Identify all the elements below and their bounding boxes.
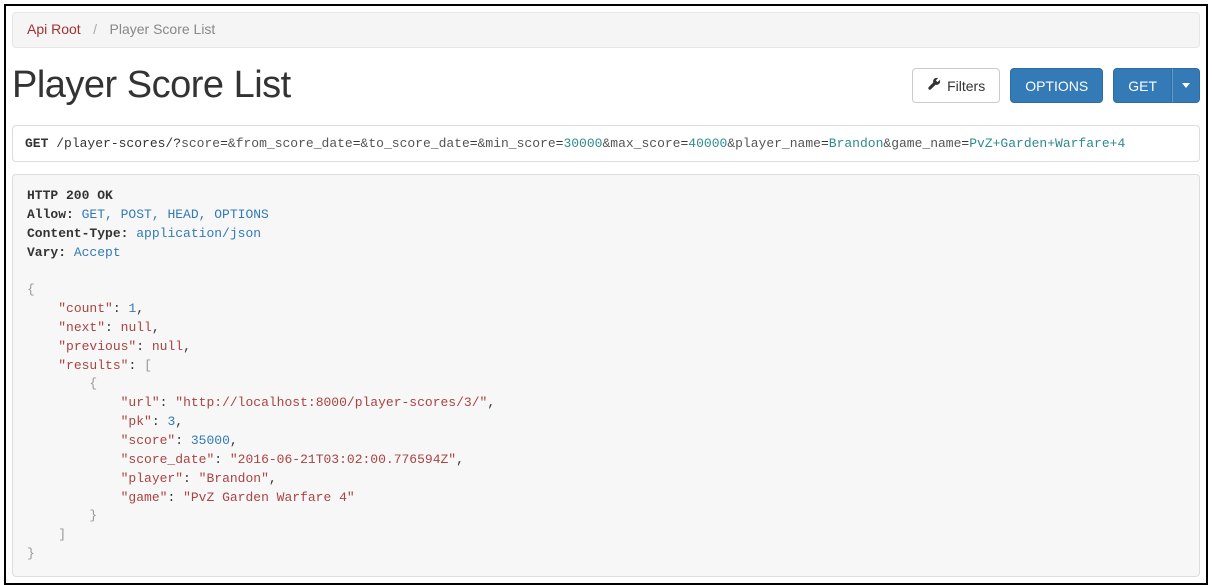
page-title: Player Score List (12, 64, 291, 107)
response-body: HTTP 200 OK Allow: GET, POST, HEAD, OPTI… (12, 174, 1200, 577)
qparam-key: max_score (610, 136, 680, 151)
request-path: /player-scores/ (56, 136, 173, 151)
amp: & (727, 136, 735, 151)
json-string: "PvZ Garden Warfare 4" (183, 490, 355, 505)
breadcrumb-current: Player Score List (110, 21, 216, 37)
json-key: "player" (121, 471, 183, 486)
get-dropdown-toggle[interactable] (1172, 68, 1200, 103)
allow-header-name: Allow: (27, 207, 74, 222)
get-button-label: GET (1128, 78, 1157, 94)
options-button-label: OPTIONS (1025, 78, 1088, 94)
qparam-val: 30000 (563, 136, 602, 151)
wrench-icon (927, 77, 941, 94)
eq: = (821, 136, 829, 151)
eq: = (220, 136, 228, 151)
json-null: null (152, 339, 183, 354)
qparam-val: Brandon (829, 136, 884, 151)
allow-header-value: GET, POST, HEAD, OPTIONS (82, 207, 269, 222)
breadcrumb-separator: / (85, 21, 105, 37)
json-key: "previous" (58, 339, 136, 354)
status-line: HTTP 200 OK (27, 188, 113, 203)
filters-button[interactable]: Filters (912, 68, 1000, 103)
options-button[interactable]: OPTIONS (1010, 68, 1103, 103)
request-method: GET (25, 136, 48, 151)
json-key: "url" (121, 395, 160, 410)
json-key: "count" (58, 301, 113, 316)
qparam-key: from_score_date (236, 136, 353, 151)
qparam-key: player_name (735, 136, 821, 151)
filters-button-label: Filters (947, 78, 985, 94)
get-button-group: GET (1113, 68, 1200, 103)
qparam-key: min_score (485, 136, 555, 151)
json-key: "score" (121, 433, 176, 448)
content-type-header-name: Content-Type: (27, 226, 128, 241)
eq: = (353, 136, 361, 151)
qparam-key: game_name (891, 136, 961, 151)
request-qmark: ? (173, 136, 181, 151)
content-type-header-value: application/json (136, 226, 261, 241)
breadcrumb: Api Root / Player Score List (12, 12, 1200, 48)
amp: & (228, 136, 236, 151)
request-line: GET /player-scores/?score=&from_score_da… (12, 125, 1200, 162)
json-key: "score_date" (121, 452, 215, 467)
json-brace: { (27, 282, 35, 297)
json-key: "game" (121, 490, 168, 505)
qparam-val: PvZ+Garden+Warfare+4 (969, 136, 1125, 151)
json-string: "http://localhost:8000/player-scores/3/" (175, 395, 487, 410)
json-key: "pk" (121, 414, 152, 429)
get-button[interactable]: GET (1113, 68, 1172, 103)
vary-header-name: Vary: (27, 245, 66, 260)
qparam-val: 40000 (688, 136, 727, 151)
qparam-key: score (181, 136, 220, 151)
json-number: 35000 (191, 433, 230, 448)
vary-header-value: Accept (74, 245, 121, 260)
json-null: null (121, 320, 152, 335)
json-string: "2016-06-21T03:02:00.776594Z" (230, 452, 456, 467)
breadcrumb-root-link[interactable]: Api Root (27, 21, 81, 37)
action-button-row: Filters OPTIONS GET (912, 68, 1200, 103)
json-string: "Brandon" (199, 471, 269, 486)
json-key: "next" (58, 320, 105, 335)
qparam-key: to_score_date (368, 136, 469, 151)
caret-down-icon (1182, 83, 1190, 88)
eq: = (470, 136, 478, 151)
json-key: "results" (58, 358, 128, 373)
